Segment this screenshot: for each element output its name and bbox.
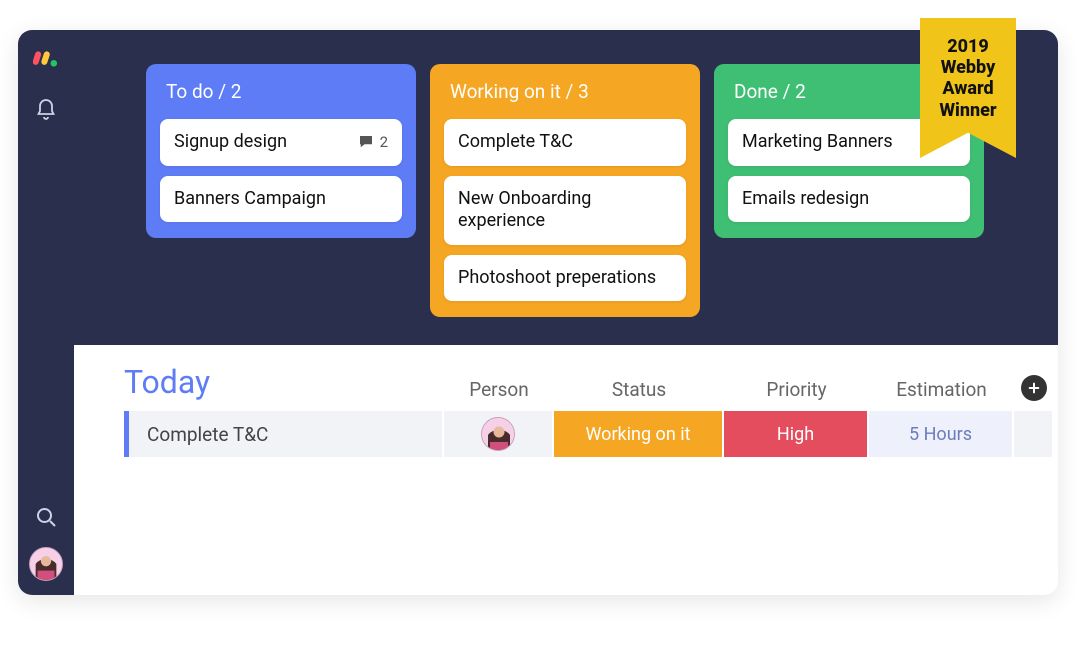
card[interactable]: Signup design 2	[160, 119, 402, 166]
column-title: Working on it / 3	[444, 78, 686, 109]
priority-cell[interactable]: High	[724, 411, 869, 457]
comment-icon	[357, 133, 375, 151]
left-rail	[18, 30, 74, 595]
status-cell[interactable]: Working on it	[554, 411, 724, 457]
card-title: Complete T&C	[458, 131, 573, 154]
search-icon[interactable]	[34, 505, 58, 529]
card-title: New Onboarding experience	[458, 188, 672, 233]
card-title: Marketing Banners	[742, 131, 893, 154]
col-header-priority[interactable]: Priority	[724, 378, 869, 401]
col-header-estimation[interactable]: Estimation	[869, 378, 1014, 401]
person-cell[interactable]	[444, 411, 554, 457]
card[interactable]: Emails redesign	[728, 176, 970, 223]
card[interactable]: Complete T&C	[444, 119, 686, 166]
group-title[interactable]: Today	[124, 363, 444, 401]
column-todo[interactable]: To do / 2 Signup design 2 Banners Campai…	[146, 64, 416, 238]
col-header-person[interactable]: Person	[444, 378, 554, 401]
user-avatar[interactable]	[29, 547, 63, 581]
plus-icon	[1026, 380, 1042, 396]
person-avatar	[481, 417, 515, 451]
row-title-text: Complete T&C	[147, 423, 268, 446]
priority-value: High	[777, 424, 814, 445]
status-value: Working on it	[585, 424, 690, 445]
card[interactable]: Photoshoot preperations	[444, 255, 686, 302]
table-header-row: Today Person Status Priority Estimation	[124, 363, 1034, 411]
card-title: Signup design	[174, 131, 287, 154]
main-area: To do / 2 Signup design 2 Banners Campai…	[74, 30, 1058, 595]
card-comments[interactable]: 2	[357, 133, 388, 152]
card-title: Photoshoot preperations	[458, 267, 656, 290]
kanban-board: To do / 2 Signup design 2 Banners Campai…	[74, 30, 1058, 345]
table-row[interactable]: Complete T&C Working on it	[124, 411, 1034, 457]
card[interactable]: Banners Campaign	[160, 176, 402, 223]
award-ribbon-text: 2019 Webby Award Winner	[939, 36, 996, 121]
row-title-cell[interactable]: Complete T&C	[124, 411, 444, 457]
estimation-value: 5 Hours	[909, 424, 972, 445]
column-title: To do / 2	[160, 78, 402, 109]
column-working[interactable]: Working on it / 3 Complete T&C New Onboa…	[430, 64, 700, 317]
bell-icon[interactable]	[34, 98, 58, 122]
col-header-status[interactable]: Status	[554, 378, 724, 401]
add-column-button[interactable]	[1021, 375, 1047, 401]
card-title: Banners Campaign	[174, 188, 326, 211]
card-title: Emails redesign	[742, 188, 869, 211]
estimation-cell[interactable]: 5 Hours	[869, 411, 1014, 457]
app-window: 2019 Webby Award Winner	[18, 30, 1058, 595]
card-comments-count: 2	[380, 133, 388, 152]
row-trailing-cell	[1014, 411, 1054, 457]
card[interactable]: New Onboarding experience	[444, 176, 686, 245]
table-area: Today Person Status Priority Estimation …	[74, 345, 1058, 457]
monday-logo[interactable]	[33, 44, 59, 70]
